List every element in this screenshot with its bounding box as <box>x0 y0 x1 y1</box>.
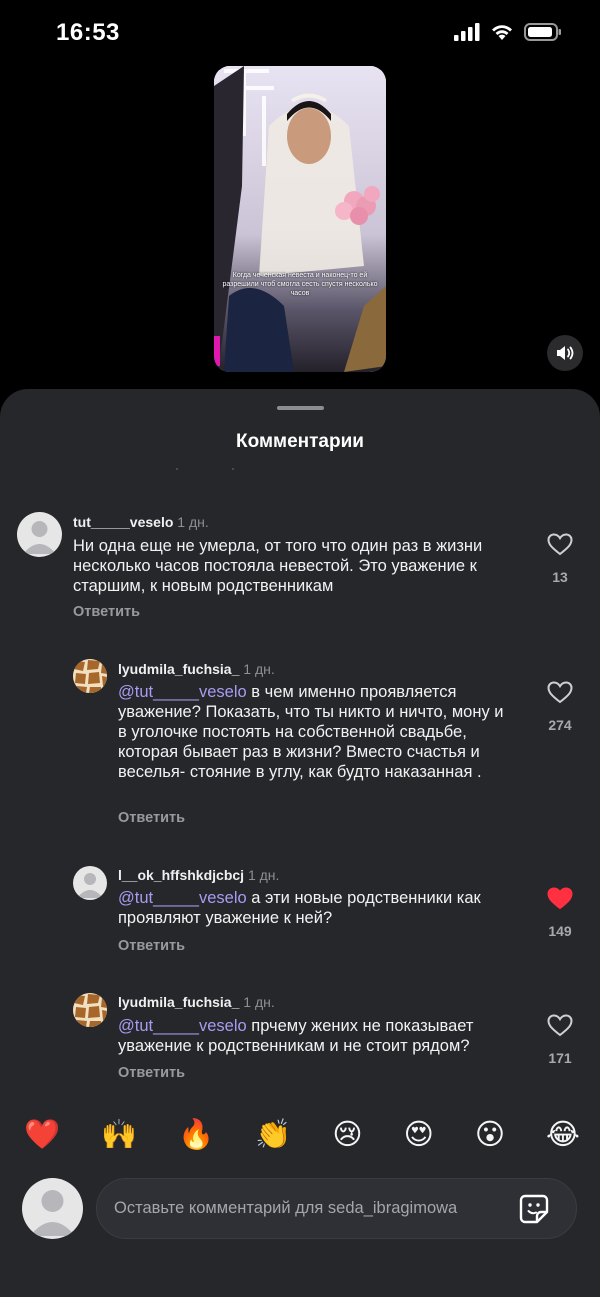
video-caption: Когда чеченская невеста и наконец-то ей … <box>222 272 378 297</box>
emoji-clapping[interactable]: 👏 <box>255 1119 291 1151</box>
status-time: 16:53 <box>56 19 120 46</box>
video-preview[interactable]: Когда чеченская невеста и наконец-то ей … <box>214 66 386 372</box>
scroll-indicator <box>176 468 236 471</box>
comment-time: 1 дн. <box>243 661 275 677</box>
avatar[interactable] <box>73 866 107 900</box>
reply-button[interactable]: Ответить <box>73 604 140 620</box>
like-button[interactable]: 149 <box>540 887 580 939</box>
sheet-title: Комментарии <box>236 431 364 452</box>
speaker-icon <box>557 346 574 360</box>
comment-header: lyudmila_fuchsia_ 1 дн. <box>118 661 275 677</box>
comment-mention[interactable]: @tut_____veselo <box>118 1017 247 1035</box>
status-bar: 16:53 <box>0 0 600 66</box>
avatar[interactable] <box>73 659 107 693</box>
signal-icon <box>454 23 480 41</box>
heart-outline-icon <box>547 533 573 556</box>
composer-avatar[interactable] <box>22 1178 83 1239</box>
emoji-raised-hands[interactable]: 🙌 <box>101 1119 137 1151</box>
comment-body: Ни одна еще не умерла, от того что один … <box>73 537 483 595</box>
avatar[interactable] <box>73 993 107 1027</box>
heart-filled-icon <box>547 887 573 910</box>
heart-outline-icon <box>547 681 573 704</box>
default-avatar-icon <box>77 873 103 898</box>
comment-mention[interactable]: @tut_____veselo <box>118 683 247 701</box>
sticker-icon[interactable] <box>518 1193 550 1225</box>
like-button[interactable]: 171 <box>540 1014 580 1066</box>
like-count: 149 <box>548 923 572 939</box>
comment-username[interactable]: lyudmila_fuchsia_ <box>118 994 239 1010</box>
avatar[interactable] <box>17 512 62 557</box>
reply-button[interactable]: Ответить <box>118 938 185 954</box>
giraffe-pattern-avatar <box>73 659 107 693</box>
comment-text: Ни одна еще не умерла, от того что один … <box>73 536 493 596</box>
like-count: 13 <box>552 569 568 585</box>
like-count: 274 <box>548 717 572 733</box>
heart-outline-icon <box>547 1014 573 1037</box>
sound-toggle-button[interactable] <box>547 335 583 371</box>
comment-time: 1 дн. <box>247 867 280 883</box>
comment-text: @tut_____veselo а эти новые родственники… <box>118 888 516 928</box>
like-count: 171 <box>548 1050 572 1066</box>
default-avatar-icon <box>23 521 56 554</box>
comment-time: 1 дн. <box>243 994 275 1010</box>
emoji-laughing[interactable]: 😂 <box>546 1119 580 1151</box>
comment-input-placeholder: Оставьте комментарий для seda_ibragimowa <box>114 1199 458 1217</box>
comment-username[interactable]: tut_____veselo <box>73 514 173 530</box>
battery-icon <box>524 23 561 41</box>
emoji-heart[interactable]: ❤️ <box>24 1119 60 1151</box>
comment-header: lyudmila_fuchsia_ 1 дн. <box>118 994 275 1010</box>
comment-text: @tut_____veselo в чем именно проявляется… <box>118 682 516 782</box>
comment-input[interactable]: Оставьте комментарий для seda_ibragimowa <box>96 1178 577 1239</box>
giraffe-pattern-avatar <box>73 993 107 1027</box>
reply-button[interactable]: Ответить <box>118 1065 185 1081</box>
comment-header: tut_____veselo 1 дн. <box>73 514 209 530</box>
comment-mention[interactable]: @tut_____veselo <box>118 889 247 907</box>
emoji-surprised[interactable]: 😮 <box>475 1119 505 1151</box>
like-button[interactable]: 13 <box>540 533 580 585</box>
comment-username[interactable]: lyudmila_fuchsia_ <box>118 661 239 677</box>
emoji-fire[interactable]: 🔥 <box>178 1119 214 1151</box>
status-icons <box>454 22 562 42</box>
default-avatar-icon <box>30 1190 75 1236</box>
emoji-crying[interactable]: 😢 <box>332 1119 362 1151</box>
comment-time: 1 дн. <box>177 514 209 530</box>
comment-text: @tut_____veselo прчему жених не показыва… <box>118 1016 516 1056</box>
comment-header: l__ok_hffshkdjcbcj 1 дн. <box>118 867 279 883</box>
emoji-heart-eyes[interactable]: 😍 <box>404 1119 434 1151</box>
comment-username[interactable]: l__ok_hffshkdjcbcj <box>118 867 244 883</box>
sheet-grabber[interactable] <box>277 406 324 410</box>
video-scene <box>214 66 386 372</box>
wifi-icon <box>492 25 512 40</box>
reply-button[interactable]: Ответить <box>118 810 185 826</box>
like-button[interactable]: 274 <box>540 681 580 733</box>
emoji-reaction-bar: ❤️ 🙌 🔥 👏 😢 😍 😮 😂 <box>24 1117 580 1153</box>
